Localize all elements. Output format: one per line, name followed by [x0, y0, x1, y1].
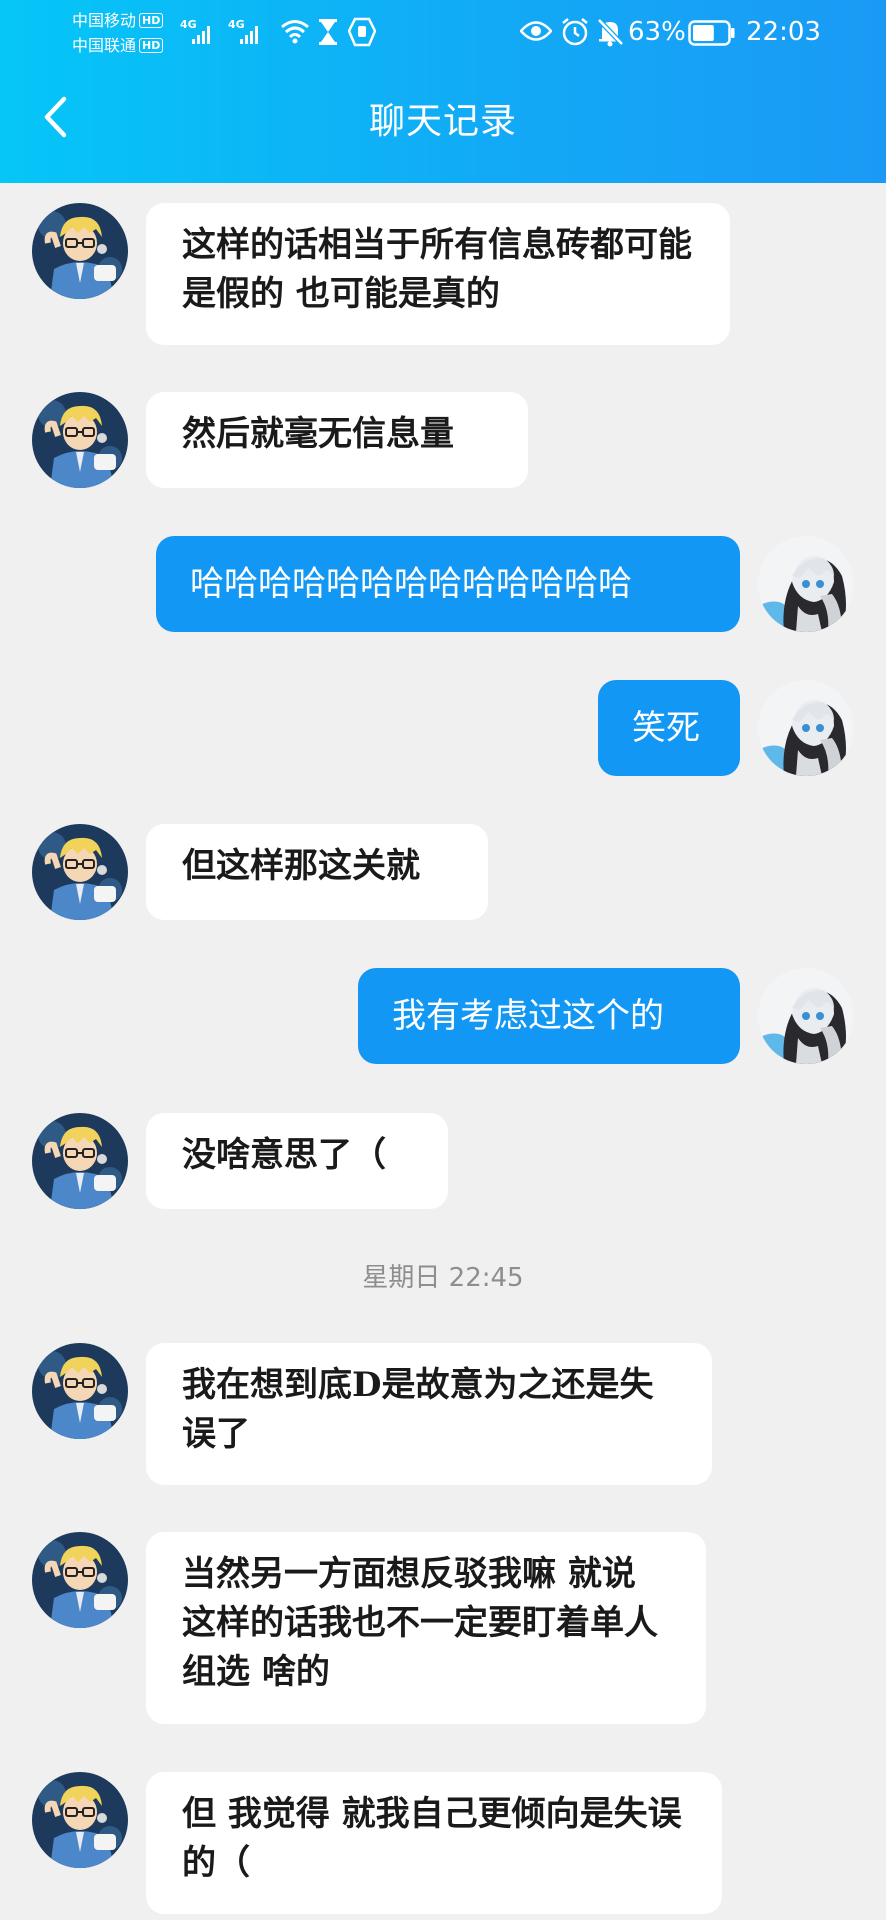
- message-row: 但这样那这关就: [0, 824, 886, 920]
- message-row: 没啥意思了（: [0, 1113, 886, 1209]
- page-title: 聊天记录: [368, 101, 517, 142]
- message-bubble-incoming[interactable]: 然后就毫无信息量: [146, 392, 528, 488]
- message-bubble-outgoing[interactable]: 笑死: [598, 680, 740, 776]
- message-row: 但 我觉得 就我自己更倾向是失误的（: [0, 1772, 886, 1914]
- battery-percent: 63%: [628, 17, 686, 47]
- hd-badge-2: HD: [139, 38, 164, 53]
- shield-hand-icon: [348, 17, 376, 47]
- message-row: 我在想到底D是故意为之还是失误了: [0, 1343, 886, 1485]
- message-row: 然后就毫无信息量: [0, 392, 886, 488]
- contact-avatar[interactable]: [32, 824, 128, 920]
- hd-badge-1: HD: [139, 13, 164, 28]
- message-bubble-incoming[interactable]: 没啥意思了（: [146, 1113, 448, 1209]
- message-row: 当然另一方面想反驳我嘛 就说 这样的话我也不一定要盯着单人组选 啥的: [0, 1532, 886, 1724]
- message-bubble-incoming[interactable]: 但 我觉得 就我自己更倾向是失误的（: [146, 1772, 722, 1914]
- alarm-icon: [562, 18, 588, 46]
- message-bubble-incoming[interactable]: 我在想到底D是故意为之还是失误了: [146, 1343, 712, 1485]
- message-row: 这样的话相当于所有信息砖都可能是假的 也可能是真的: [0, 203, 886, 345]
- my-avatar[interactable]: [758, 536, 854, 632]
- contact-avatar[interactable]: [32, 1343, 128, 1439]
- message-row: 我有考虑过这个的: [0, 968, 886, 1064]
- hourglass-icon: [319, 19, 337, 45]
- contact-avatar[interactable]: [32, 392, 128, 488]
- contact-avatar[interactable]: [32, 1532, 128, 1628]
- my-avatar[interactable]: [758, 680, 854, 776]
- carrier-info: 中国移动 HD 中国联通 HD: [72, 8, 164, 58]
- timestamp-divider: 星期日 22:45: [362, 1263, 524, 1293]
- bell-muted-icon: [597, 18, 624, 47]
- message-bubble-incoming[interactable]: 当然另一方面想反驳我嘛 就说 这样的话我也不一定要盯着单人组选 啥的: [146, 1532, 706, 1724]
- my-avatar[interactable]: [758, 968, 854, 1064]
- message-row: 笑死: [0, 680, 886, 776]
- message-bubble-outgoing[interactable]: 我有考虑过这个的: [358, 968, 740, 1064]
- chat-history[interactable]: 这样的话相当于所有信息砖都可能是假的 也可能是真的 然后就毫无信息量 哈哈哈哈哈…: [0, 183, 886, 1920]
- status-bar: 中国移动 HD 中国联通 HD 4G 4G 63% 22:03: [0, 0, 886, 70]
- contact-avatar[interactable]: [32, 1113, 128, 1209]
- battery-icon: [688, 20, 735, 46]
- clock: 22:03: [746, 17, 821, 47]
- app-header: 中国移动 HD 中国联通 HD 4G 4G 63% 22:03 聊天记录: [0, 0, 886, 183]
- message-bubble-outgoing[interactable]: 哈哈哈哈哈哈哈哈哈哈哈哈哈: [156, 536, 740, 632]
- nav-bar: 聊天记录: [0, 70, 886, 183]
- carrier-2: 中国联通: [72, 36, 137, 55]
- message-bubble-incoming[interactable]: 但这样那这关就: [146, 824, 488, 920]
- message-bubble-incoming[interactable]: 这样的话相当于所有信息砖都可能是假的 也可能是真的: [146, 203, 730, 345]
- contact-avatar[interactable]: [32, 1772, 128, 1868]
- wifi-icon: [281, 20, 309, 44]
- eye-icon: [520, 21, 552, 41]
- contact-avatar[interactable]: [32, 203, 128, 299]
- carrier-1: 中国移动: [72, 11, 137, 30]
- message-row: 哈哈哈哈哈哈哈哈哈哈哈哈哈: [0, 536, 886, 632]
